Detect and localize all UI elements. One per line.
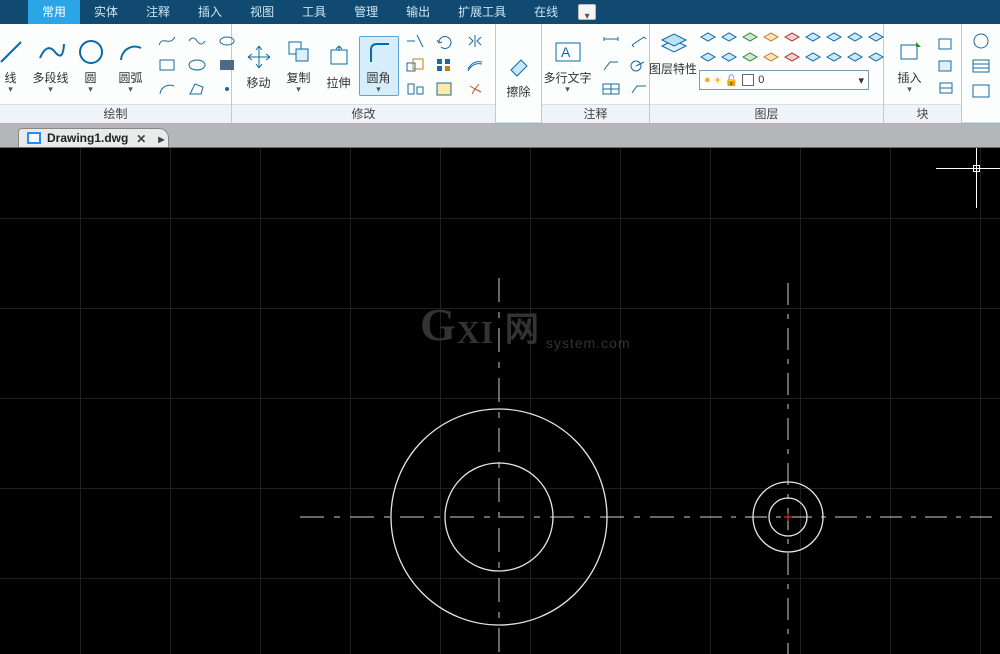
tool-arc[interactable]: 圆弧▾ — [111, 37, 151, 95]
arc2-icon[interactable] — [155, 79, 179, 99]
scale-icon[interactable] — [403, 55, 427, 75]
array-icon[interactable] — [433, 55, 457, 75]
layer-color-swatch — [742, 74, 754, 86]
layer-icon-15[interactable] — [804, 48, 823, 66]
bulb-icon: ● — [704, 74, 711, 86]
props-icon[interactable] — [433, 79, 457, 99]
ribbon-panel-draw: 线▾ 多段线▾ 圆▾ 圆弧▾ — [0, 24, 232, 123]
crosshair-cursor — [966, 158, 988, 180]
align-icon[interactable] — [403, 79, 427, 99]
menu-tab-annotate[interactable]: 注释 — [132, 0, 184, 24]
layer-icon-6[interactable] — [804, 28, 823, 46]
layer-icon-5[interactable] — [783, 28, 802, 46]
misc-icon-3[interactable] — [970, 82, 992, 103]
menu-tab-common[interactable]: 常用 — [28, 0, 80, 24]
rect-icon[interactable] — [155, 55, 179, 75]
layer-icon-4[interactable] — [762, 28, 781, 46]
menu-tab-online[interactable]: 在线 — [520, 0, 572, 24]
trim-icon[interactable] — [403, 31, 427, 51]
tool-fillet[interactable]: 圆角▾ — [359, 36, 399, 96]
ribbon-panel-misc — [962, 24, 1000, 123]
layer-icon-12[interactable] — [741, 48, 760, 66]
menu-bar: 常用 实体 注释 插入 视图 工具 管理 输出 扩展工具 在线 ▾ — [0, 0, 1000, 24]
chevron-down-icon: ▾ — [854, 74, 868, 87]
dim-linear-icon[interactable] — [599, 31, 623, 51]
polyface-icon[interactable] — [185, 79, 209, 99]
tool-move[interactable]: 移动 — [239, 42, 279, 91]
offset-icon[interactable] — [463, 55, 487, 75]
ribbon-panel-layer: 图层特性 — [650, 24, 884, 123]
spline-icon[interactable] — [155, 31, 179, 51]
tool-stretch[interactable]: 拉伸 — [319, 42, 359, 91]
menu-tab-insert[interactable]: 插入 — [184, 0, 236, 24]
tool-mtext[interactable]: A 多行文字▾ — [541, 37, 595, 95]
mirror-icon[interactable] — [463, 31, 487, 51]
menu-tab-view[interactable]: 视图 — [236, 0, 288, 24]
layer-icon-1[interactable] — [699, 28, 718, 46]
tool-line[interactable]: 线▾ — [0, 37, 31, 95]
ribbon-panel-block: 插入▾ 块 — [884, 24, 962, 123]
sun-icon: ☀ — [713, 74, 723, 87]
blk-create-icon[interactable] — [934, 34, 958, 54]
layer-dropdown[interactable]: ● ☀ 🔓 0 ▾ — [699, 70, 869, 90]
panel-title-draw: 绘制 — [0, 104, 231, 123]
document-tab-label: Drawing1.dwg — [47, 131, 128, 145]
modify-small-tools — [403, 31, 489, 101]
layer-icon-16[interactable] — [825, 48, 844, 66]
rotate-icon[interactable] — [433, 31, 457, 51]
tool-copy[interactable]: 复制▾ — [279, 37, 319, 95]
explode-icon[interactable] — [463, 79, 487, 99]
panel-title-layer: 图层 — [650, 104, 883, 123]
panel-title-modify: 修改 — [232, 104, 495, 123]
svg-text:A: A — [561, 44, 571, 60]
layer-icon-17[interactable] — [846, 48, 865, 66]
leader-icon[interactable] — [599, 55, 623, 75]
tool-erase[interactable]: 擦除 — [499, 51, 539, 100]
menu-tab-ext[interactable]: 扩展工具 — [444, 0, 520, 24]
lock-icon: 🔓 — [725, 74, 739, 87]
misc-icon-1[interactable] — [970, 32, 992, 53]
layer-icon-7[interactable] — [825, 28, 844, 46]
ribbon-panel-modify: 移动 复制▾ 拉伸 圆角▾ — [232, 24, 496, 123]
dwg-file-icon — [27, 132, 41, 144]
tool-layer-props[interactable]: 图层特性 — [647, 28, 699, 77]
panel-title-annotate: 注释 — [542, 104, 649, 123]
tool-insert-block[interactable]: 插入▾ — [890, 37, 930, 95]
ribbon-panel-annotate: A 多行文字▾ 注释 — [542, 24, 650, 123]
layer-icon-10[interactable] — [699, 48, 718, 66]
menu-tab-tools[interactable]: 工具 — [288, 0, 340, 24]
panel-title-misc — [962, 122, 1000, 123]
menu-tab-output[interactable]: 输出 — [392, 0, 444, 24]
block-small-tools — [934, 34, 956, 98]
draw-small-tools — [155, 31, 241, 101]
layer-name: 0 — [758, 74, 764, 86]
document-tab[interactable]: Drawing1.dwg ✕ ▸ — [18, 128, 169, 147]
menu-overflow-icon[interactable]: ▾ — [578, 4, 596, 20]
drawing-canvas[interactable]: GXI 网 system.com — [0, 148, 1000, 654]
layer-icon-14[interactable] — [783, 48, 802, 66]
squiggle-icon[interactable] — [185, 31, 209, 51]
layer-icon-11[interactable] — [720, 48, 739, 66]
layer-icon-8[interactable] — [846, 28, 865, 46]
menu-tab-manage[interactable]: 管理 — [340, 0, 392, 24]
panel-title-block: 块 — [884, 104, 961, 123]
drawing-svg — [0, 148, 1000, 654]
layer-icon-3[interactable] — [741, 28, 760, 46]
tool-polyline[interactable]: 多段线▾ — [31, 37, 71, 95]
misc-icon-2[interactable] — [970, 57, 992, 78]
layer-icon-13[interactable] — [762, 48, 781, 66]
blk-attr-icon[interactable] — [934, 78, 958, 98]
new-tab-icon[interactable]: ▸ — [158, 132, 164, 146]
ellipse-icon[interactable] — [185, 55, 209, 75]
close-icon[interactable]: ✕ — [136, 132, 146, 146]
blk-edit-icon[interactable] — [934, 56, 958, 76]
table-icon[interactable] — [599, 79, 623, 99]
tool-circle[interactable]: 圆▾ — [71, 37, 111, 95]
layer-tool-grid — [699, 28, 886, 66]
menu-tab-solid[interactable]: 实体 — [80, 0, 132, 24]
panel-title-erase — [496, 122, 541, 123]
ribbon: 线▾ 多段线▾ 圆▾ 圆弧▾ — [0, 24, 1000, 124]
layer-icon-2[interactable] — [720, 28, 739, 46]
document-tab-strip: Drawing1.dwg ✕ ▸ — [0, 124, 1000, 148]
